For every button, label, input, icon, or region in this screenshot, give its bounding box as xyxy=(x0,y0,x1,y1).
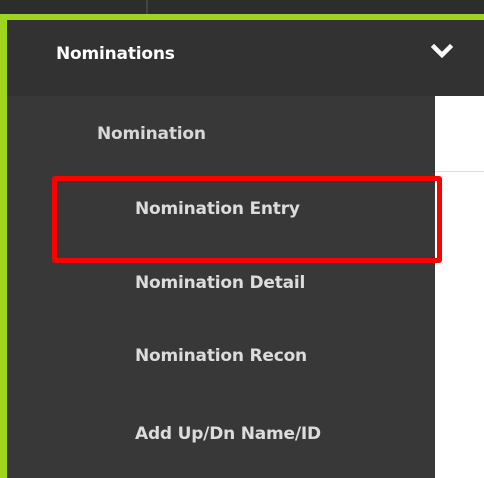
menu-item-nomination-entry[interactable]: Nomination Entry xyxy=(135,199,300,219)
nominations-section-header[interactable]: Nominations xyxy=(7,20,484,96)
top-bar xyxy=(0,0,484,14)
top-bar-divider xyxy=(146,0,148,14)
content-divider xyxy=(435,171,484,172)
menu-item-add-up-dn-name-id[interactable]: Add Up/Dn Name/ID xyxy=(135,424,321,444)
menu-item-nomination-detail[interactable]: Nomination Detail xyxy=(135,273,305,293)
section-title: Nominations xyxy=(56,44,175,64)
chevron-down-icon[interactable] xyxy=(428,37,456,65)
accent-border-left xyxy=(0,14,7,478)
menu-item-nomination-recon[interactable]: Nomination Recon xyxy=(135,346,307,366)
content-panel xyxy=(435,96,484,478)
menu-subheader-nomination[interactable]: Nomination xyxy=(97,124,206,144)
